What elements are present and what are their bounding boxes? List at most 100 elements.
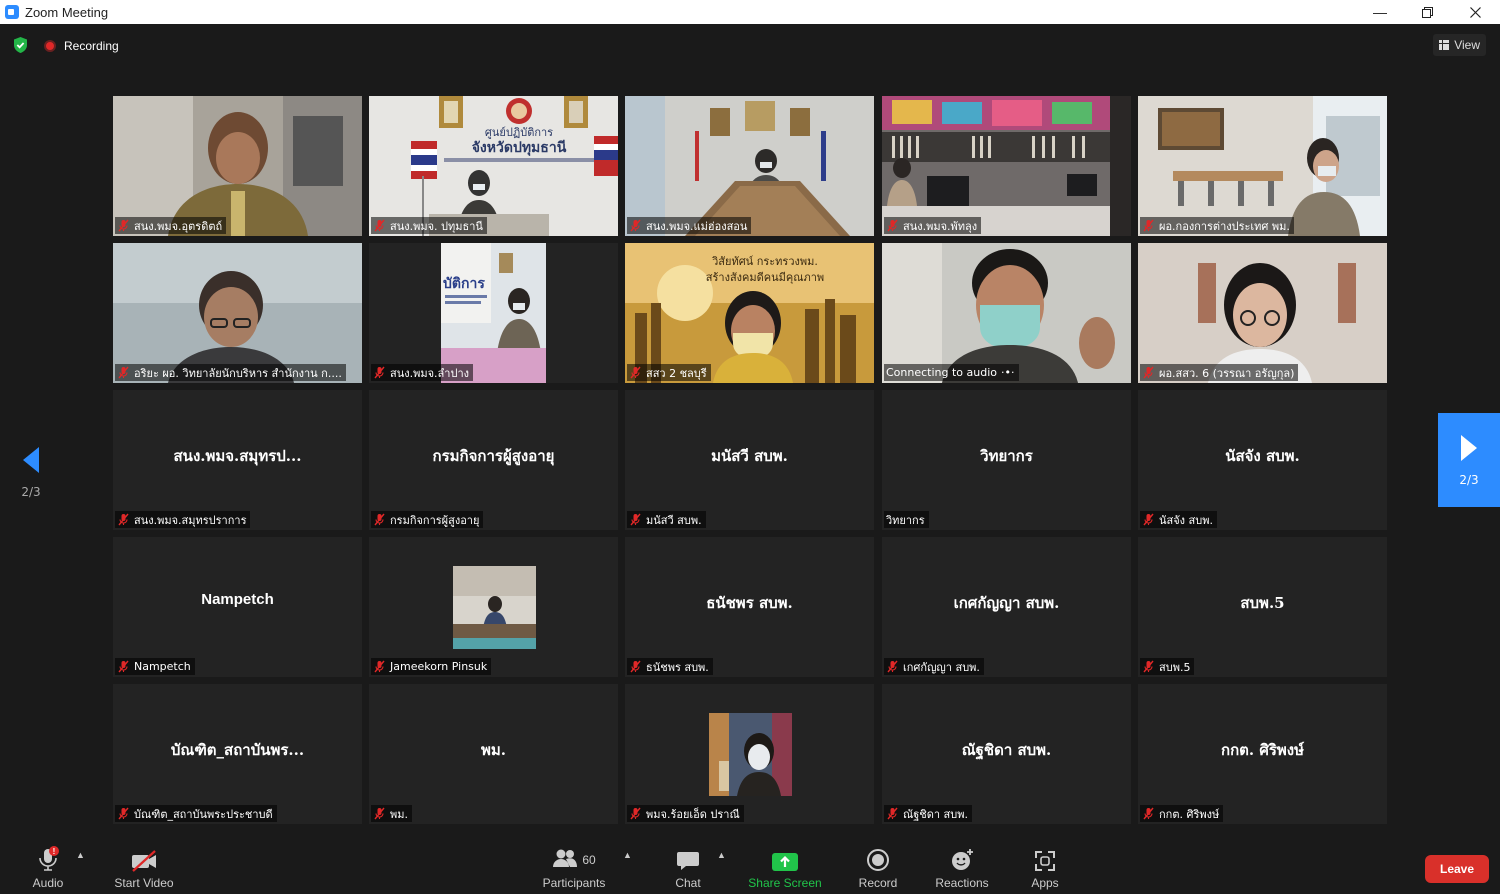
- video-feed: บัติการ: [369, 243, 618, 383]
- participant-tile[interactable]: สนง.พมจ.อุตรดิตถ์: [113, 96, 362, 236]
- shield-icon[interactable]: [12, 36, 29, 54]
- participant-tile[interactable]: วิทยากร วิทยากร: [882, 390, 1131, 530]
- participant-tile[interactable]: ธนัชพร สบพ. ธนัชพร สบพ.: [625, 537, 874, 677]
- apps-button[interactable]: Apps: [1022, 838, 1068, 894]
- left-arrow-icon: [23, 447, 39, 473]
- participant-tile[interactable]: สนง.พมจ.สมุทรป... สนง.พมจ.สมุทรปราการ: [113, 390, 362, 530]
- participant-name-label: ณัฐชิดา สบพ.: [884, 805, 973, 822]
- participant-display-name: พม.: [481, 741, 506, 759]
- participant-name-label: สนง.พมจ.พัทลุง: [884, 217, 982, 234]
- participant-tile[interactable]: บัณฑิต_สถาบันพร... บัณฑิต_สถาบันพระประชา…: [113, 684, 362, 824]
- participant-display-name: บัณฑิต_สถาบันพร...: [170, 741, 305, 759]
- participant-tile[interactable]: พมจ.ร้อยเอ็ด ปราณี: [625, 684, 874, 824]
- participant-tile[interactable]: ณัฐชิดา สบพ. ณัฐชิดา สบพ.: [882, 684, 1131, 824]
- record-button[interactable]: Record: [852, 838, 904, 894]
- participant-tile[interactable]: พม. พม.: [369, 684, 618, 824]
- profile-picture: [453, 566, 536, 649]
- meeting-top-bar: Recording View: [0, 24, 1500, 70]
- participant-tile[interactable]: สบพ.5 สบพ.5: [1138, 537, 1387, 677]
- video-feed: [1138, 96, 1387, 236]
- muted-mic-icon: [886, 219, 899, 232]
- participant-tile[interactable]: มนัสวี สบพ. มนัสวี สบพ.: [625, 390, 874, 530]
- participant-name: สนง.พมจ.ลำปาง: [390, 366, 469, 380]
- participants-options-caret-icon[interactable]: ▲: [623, 850, 632, 860]
- window-title: Zoom Meeting: [25, 4, 109, 20]
- participant-name-label: สนง.พมจ.สมุทรปราการ: [115, 511, 251, 528]
- participant-name: เกศกัญญา สบพ.: [903, 660, 980, 674]
- participant-tile[interactable]: สนง.พมจ.แม่ฮ่องสอน: [625, 96, 874, 236]
- video-feed: [882, 243, 1131, 383]
- recording-indicator[interactable]: Recording: [44, 36, 119, 56]
- participant-name-label: อริยะ ผอ. วิทยาลัยนักบริหาร สำนักงาน ก..…: [115, 364, 346, 381]
- participant-tile[interactable]: Connecting to audio ·•·: [882, 243, 1131, 383]
- participant-display-name: วิทยากร: [980, 447, 1033, 465]
- start-video-button[interactable]: Start Video: [108, 838, 180, 894]
- audio-options-caret-icon[interactable]: ▲: [76, 850, 85, 860]
- participant-name-label: กรมกิจการผู้สูงอายุ: [371, 511, 484, 528]
- share-screen-button[interactable]: Share Screen: [744, 838, 826, 894]
- previous-page-button[interactable]: 2/3: [14, 440, 48, 504]
- minimize-icon[interactable]: —: [1357, 0, 1403, 24]
- participant-name: ธนัชพร สบพ.: [646, 660, 709, 674]
- participants-button[interactable]: 60 Participants: [536, 838, 612, 894]
- muted-mic-icon: [117, 513, 130, 526]
- participant-tile[interactable]: สนง.พมจ.พัทลุง: [882, 96, 1131, 236]
- recording-label: Recording: [64, 39, 119, 53]
- reactions-button[interactable]: Reactions: [930, 838, 994, 894]
- participants-icon-group: 60: [552, 848, 596, 872]
- participant-name-label: สนง.พมจ.อุตรดิตถ์: [115, 217, 227, 234]
- participant-name-label: ผอ.สสว. 6 (วรรณา อรัญกุล): [1140, 364, 1299, 381]
- participant-display-name: กรมกิจการผู้สูงอายุ: [432, 447, 555, 465]
- audio-status: Connecting to audio: [886, 366, 998, 379]
- close-icon[interactable]: [1452, 0, 1498, 24]
- audio-button[interactable]: ! Audio: [24, 838, 72, 894]
- participant-tile[interactable]: นัสจัง สบพ. นัสจัง สบพ.: [1138, 390, 1387, 530]
- participant-tile[interactable]: ผอ.สสว. 6 (วรรณา อรัญกุล): [1138, 243, 1387, 383]
- share-screen-label: Share Screen: [748, 876, 822, 890]
- svg-text:วิสัยทัศน์ กระทรวงพม.: วิสัยทัศน์ กระทรวงพม.: [711, 255, 818, 268]
- participant-name: สนง.พมจ.สมุทรปราการ: [134, 513, 247, 527]
- muted-mic-icon: [373, 219, 386, 232]
- reactions-label: Reactions: [935, 876, 989, 890]
- participant-display-name: มนัสวี สบพ.: [711, 447, 788, 465]
- muted-mic-icon: [373, 513, 386, 526]
- participant-display-name: ธนัชพร สบพ.: [706, 594, 793, 612]
- participant-name-label: วิทยากร: [884, 511, 929, 528]
- video-feed: วิสัยทัศน์ กระทรวงพม. สร้างสังคมดีคนมีคุ…: [625, 243, 874, 383]
- participant-tile[interactable]: เกศกัญญา สบพ. เกศกัญญา สบพ.: [882, 537, 1131, 677]
- grid-view-icon: [1439, 40, 1450, 50]
- chat-button[interactable]: Chat: [664, 838, 712, 894]
- chat-options-caret-icon[interactable]: ▲: [717, 850, 726, 860]
- participant-name: ผอ.สสว. 6 (วรรณา อรัญกุล): [1159, 366, 1295, 380]
- participant-tile[interactable]: อริยะ ผอ. วิทยาลัยนักบริหาร สำนักงาน ก..…: [113, 243, 362, 383]
- participant-name: สนง.พมจ. ปทุมธานี: [390, 219, 483, 233]
- participant-tile[interactable]: กกต. ศิริพงษ์ กกต. ศิริพงษ์: [1138, 684, 1387, 824]
- svg-text:ศูนย์ปฏิบัติการ: ศูนย์ปฏิบัติการ: [485, 126, 553, 139]
- muted-mic-icon: [1142, 807, 1155, 820]
- video-feed: [625, 96, 874, 236]
- video-feed: [882, 96, 1131, 236]
- participant-tile[interactable]: ศูนย์ปฏิบัติการ จังหวัดปทุมธานี สนง.พมจ.…: [369, 96, 618, 236]
- svg-text:จังหวัดปทุมธานี: จังหวัดปทุมธานี: [472, 140, 567, 156]
- muted-mic-icon: [886, 807, 899, 820]
- next-page-button[interactable]: 2/3: [1438, 413, 1500, 507]
- participant-name-label: พมจ.ร้อยเอ็ด ปราณี: [627, 805, 744, 822]
- view-button[interactable]: View: [1433, 34, 1486, 56]
- restore-icon[interactable]: [1404, 0, 1450, 24]
- participant-tile[interactable]: ผอ.กองการต่างประเทศ พม.: [1138, 96, 1387, 236]
- participant-display-name: ณัฐชิดา สบพ.: [961, 741, 1052, 759]
- participant-tile[interactable]: บัติการ สนง.พมจ.ลำปาง: [369, 243, 618, 383]
- muted-mic-icon: [373, 660, 386, 673]
- video-feed: ศูนย์ปฏิบัติการ จังหวัดปทุมธานี: [369, 96, 618, 236]
- participant-tile[interactable]: Jameekorn Pinsuk: [369, 537, 618, 677]
- participant-tile[interactable]: กรมกิจการผู้สูงอายุ กรมกิจการผู้สูงอายุ: [369, 390, 618, 530]
- muted-mic-icon: [117, 366, 130, 379]
- audio-label: Audio: [32, 876, 64, 890]
- participant-name-label: สนง.พมจ.แม่ฮ่องสอน: [627, 217, 752, 234]
- participant-tile[interactable]: Nampetch Nampetch: [113, 537, 362, 677]
- participant-name-label: เกศกัญญา สบพ.: [884, 658, 984, 675]
- profile-picture: [709, 713, 792, 796]
- participant-name: นัสจัง สบพ.: [1159, 513, 1213, 527]
- leave-button[interactable]: Leave: [1425, 855, 1489, 883]
- participant-tile[interactable]: วิสัยทัศน์ กระทรวงพม. สร้างสังคมดีคนมีคุ…: [625, 243, 874, 383]
